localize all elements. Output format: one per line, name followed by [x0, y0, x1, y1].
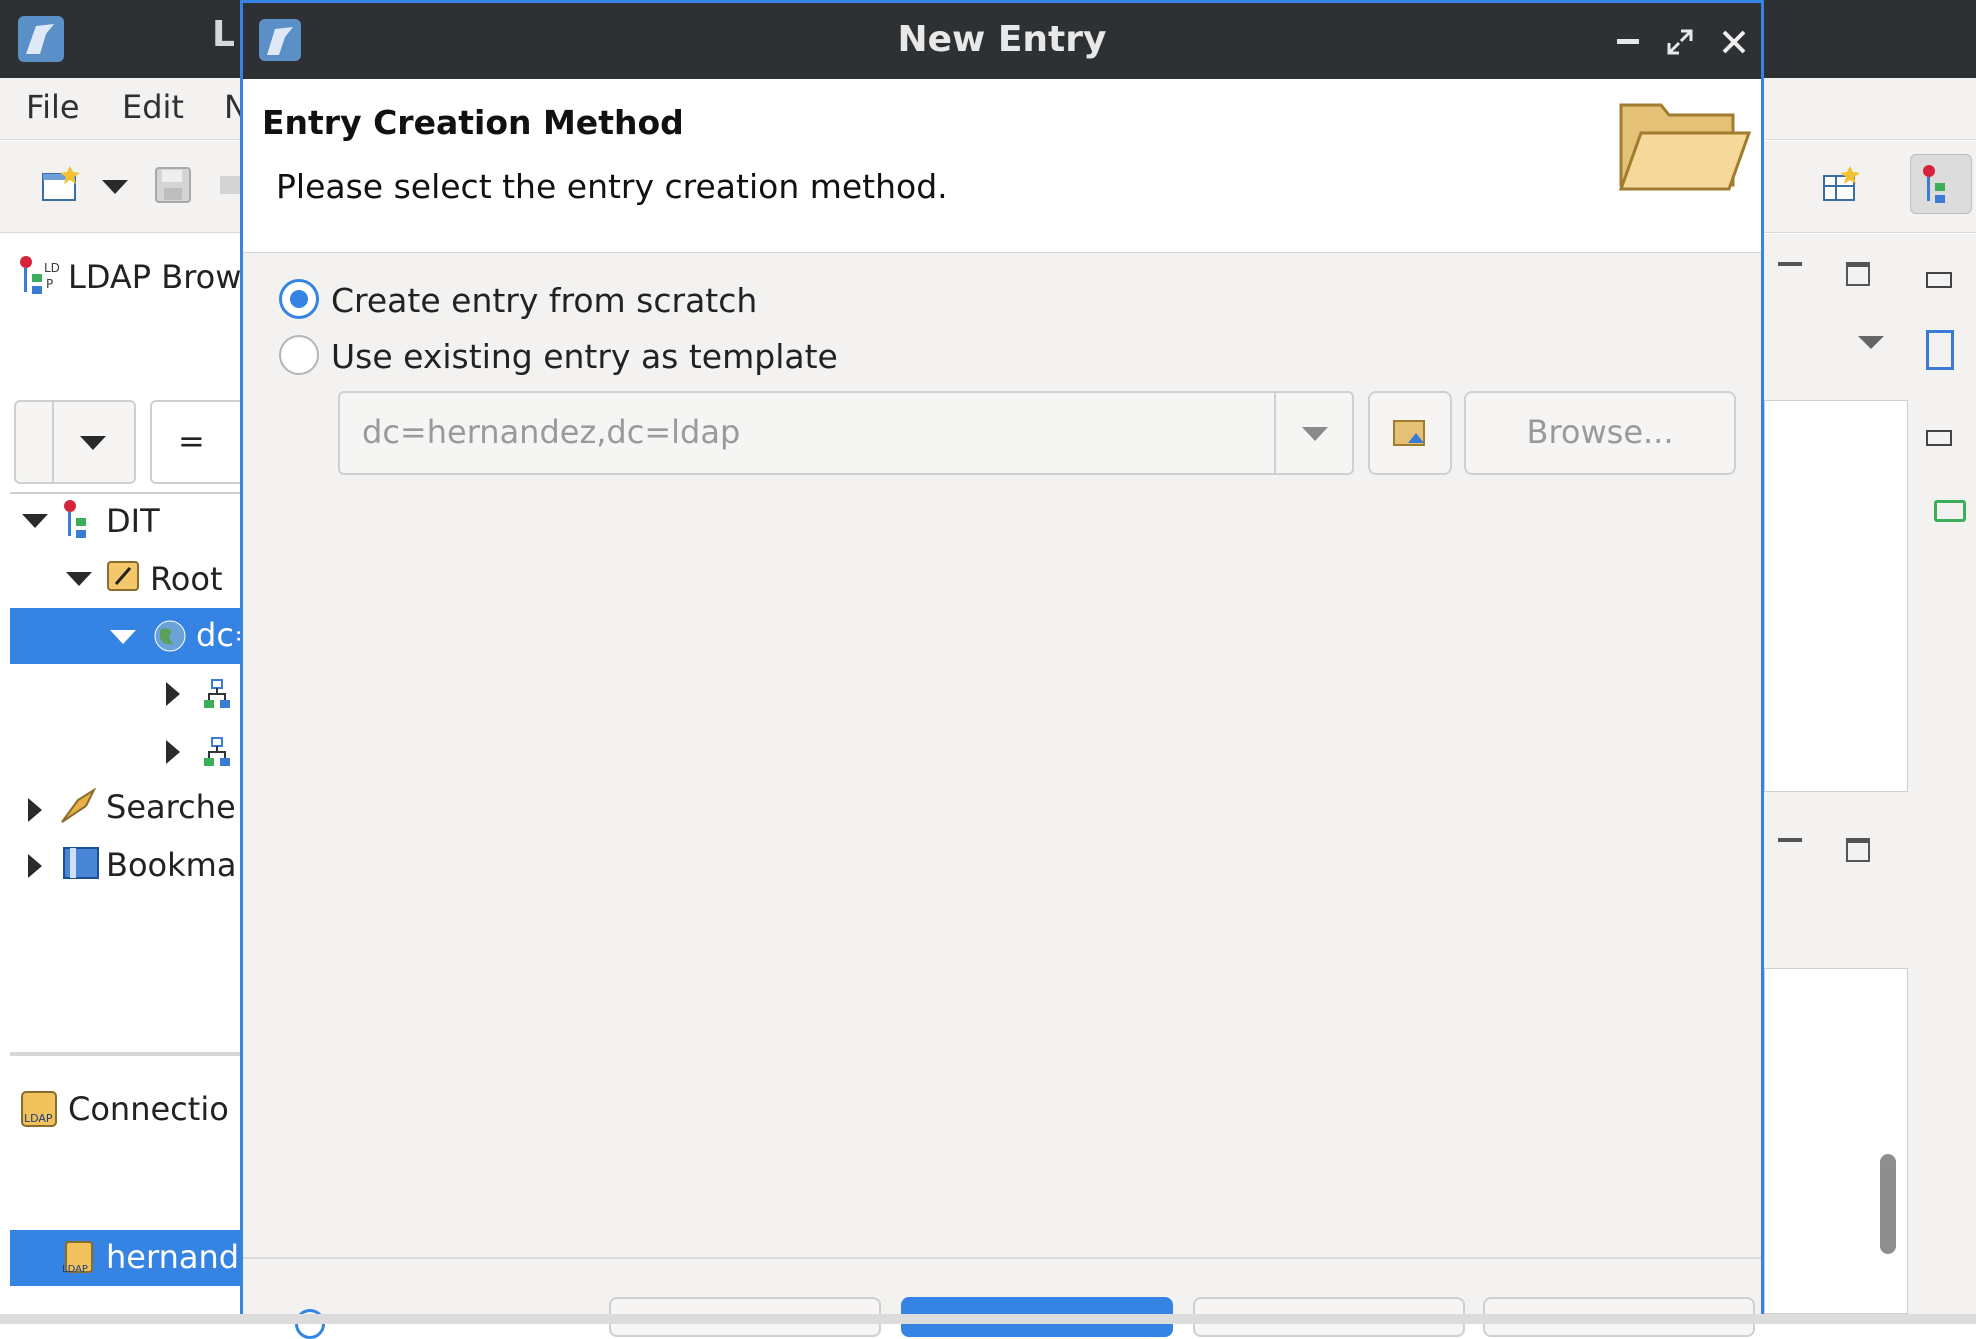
- bookmarks-icon: [63, 847, 99, 879]
- ldap-browser-icon: LD P: [20, 256, 60, 294]
- close-icon[interactable]: [1721, 29, 1747, 55]
- wizard-page-title: Entry Creation Method: [262, 103, 684, 142]
- use-template-radio[interactable]: [279, 335, 319, 375]
- wizard-page-description: Please select the entry creation method.: [276, 167, 948, 206]
- filter-operator-field[interactable]: =: [150, 400, 242, 484]
- new-dropdown-icon[interactable]: [102, 180, 128, 194]
- searches-icon: [61, 787, 97, 823]
- connections-title: Connectio: [68, 1090, 229, 1128]
- new-entry-dialog: New Entry Entry Creation Method Please s…: [240, 0, 1764, 1339]
- connection-row-selected[interactable]: LDAP hernand: [10, 1230, 242, 1286]
- new-icon[interactable]: [40, 164, 82, 204]
- domain-globe-icon: [154, 620, 186, 652]
- tree-root[interactable]: Root: [150, 560, 223, 598]
- maximize-view-icon-2[interactable]: [1846, 838, 1870, 862]
- button-bar-divider: [243, 1257, 1761, 1259]
- window-bottom-edge: [0, 1314, 1976, 1324]
- recent-entries-button[interactable]: [1368, 391, 1452, 475]
- expand-bookmarks-icon[interactable]: [28, 854, 42, 878]
- menu-edit[interactable]: Edit: [122, 88, 184, 126]
- dialog-titlebar: New Entry: [243, 3, 1761, 79]
- app-title: L: [212, 14, 235, 55]
- minimize-view-icon[interactable]: [1778, 262, 1802, 266]
- menu-file[interactable]: File: [26, 88, 80, 126]
- restore-icon[interactable]: [1926, 272, 1952, 288]
- template-dn-value: dc=hernandez,dc=ldap: [362, 413, 741, 451]
- tree-bookmarks[interactable]: Bookma: [106, 846, 236, 884]
- ldap-perspective-icon: [1923, 165, 1945, 203]
- template-dn-dropdown[interactable]: [1274, 393, 1354, 473]
- browse-button-label: Browse...: [1526, 413, 1674, 451]
- expand-root-icon[interactable]: [66, 572, 92, 586]
- create-from-scratch-radio[interactable]: [279, 279, 319, 319]
- folder-open-icon: [1618, 103, 1752, 191]
- svg-text:LD: LD: [44, 261, 60, 275]
- browse-button[interactable]: Browse...: [1464, 391, 1736, 475]
- ldap-perspective-button[interactable]: [1910, 154, 1972, 214]
- app-logo-icon: [18, 16, 64, 62]
- filter-dropdown-icon: [80, 436, 106, 450]
- ou-icon: [204, 737, 230, 766]
- progress-icon[interactable]: [1934, 500, 1966, 522]
- expand-child2-icon[interactable]: [166, 740, 180, 764]
- svg-text:LDAP: LDAP: [24, 1112, 53, 1125]
- minimize-icon[interactable]: [1617, 39, 1639, 44]
- perspective-icon[interactable]: [1820, 164, 1864, 204]
- history-folder-icon: [1393, 420, 1425, 446]
- dit-icon: [64, 500, 86, 538]
- tree-searches[interactable]: Searche: [106, 788, 236, 826]
- svg-text:P: P: [46, 277, 53, 291]
- outline-panel: [1764, 400, 1908, 792]
- svg-text:LDAP: LDAP: [62, 1264, 88, 1275]
- use-template-label[interactable]: Use existing entry as template: [331, 337, 838, 376]
- maximize-view-icon[interactable]: [1846, 262, 1870, 286]
- maximize-icon[interactable]: [1667, 29, 1693, 55]
- create-from-scratch-label[interactable]: Create entry from scratch: [331, 281, 757, 320]
- lower-panel: [1764, 968, 1908, 1314]
- expand-child1-icon[interactable]: [166, 682, 180, 706]
- root-folder-icon: [107, 561, 139, 591]
- connection-icon: LDAP: [62, 1241, 93, 1275]
- scrollbar-thumb[interactable]: [1880, 1154, 1896, 1254]
- expand-dc-icon[interactable]: [110, 630, 136, 644]
- tree-row-selected[interactable]: dc=: [10, 608, 261, 664]
- minimize-view-icon-2[interactable]: [1778, 838, 1802, 842]
- ldap-browser-title: LDAP Brow: [68, 258, 242, 296]
- ou-icon: [204, 679, 230, 708]
- dialog-title: New Entry: [897, 19, 1107, 60]
- expand-dit-icon[interactable]: [22, 514, 48, 528]
- connections-icon: LDAP: [21, 1091, 57, 1127]
- filter-combo[interactable]: [14, 400, 136, 484]
- connection-name: hernand: [106, 1238, 240, 1276]
- save-icon[interactable]: [152, 164, 194, 204]
- tree-dit[interactable]: DIT: [106, 502, 160, 540]
- outline-icon[interactable]: [1926, 330, 1954, 370]
- expand-searches-icon[interactable]: [28, 798, 42, 822]
- view-menu-icon[interactable]: [1858, 336, 1884, 349]
- restore-icon-2[interactable]: [1926, 430, 1952, 446]
- template-dn-combo[interactable]: dc=hernandez,dc=ldap: [338, 391, 1354, 475]
- chevron-down-icon: [1302, 427, 1328, 441]
